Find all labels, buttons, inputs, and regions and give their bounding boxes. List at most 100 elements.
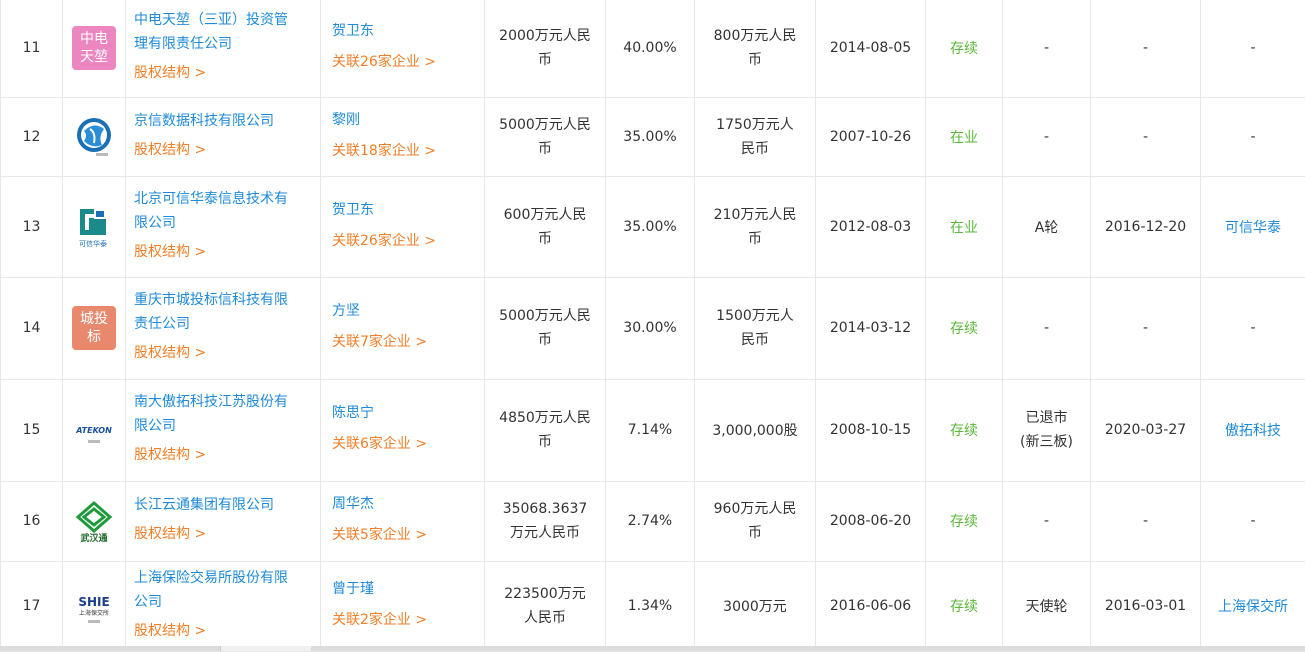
equity-structure-link[interactable]: 股权结构 > (134, 237, 312, 267)
company-name-link[interactable]: 上海保险交易所股份有限公司 (134, 566, 312, 614)
equity-structure-link[interactable]: 股权结构 > (134, 338, 312, 368)
product-link[interactable]: 上海保交所 (1201, 561, 1305, 651)
equity-structure-link[interactable]: 股权结构 > (134, 58, 312, 88)
company-name-link[interactable]: 南大傲拓科技江苏股份有限公司 (134, 390, 312, 438)
wuhan-logo-icon: 武汉通 (72, 499, 116, 543)
investment-amount: 960万元人民币 (695, 481, 816, 561)
legal-person-link[interactable]: 曾于瑾 (332, 577, 484, 601)
status-badge: 在业 (926, 97, 1003, 176)
established-date: 2012-08-03 (816, 176, 926, 277)
legal-person-cell: 曾于瑾 关联2家企业 > (321, 561, 485, 651)
related-companies-link[interactable]: 关联5家企业 > (332, 520, 484, 550)
financing-date: 2020-03-27 (1091, 379, 1201, 481)
legal-person-link[interactable]: 贺卫东 (332, 19, 484, 43)
investment-ratio: 35.00% (606, 97, 695, 176)
investment-amount: 800万元人民币 (695, 0, 816, 97)
company-logo[interactable]: SHIE 上海保交所 (72, 584, 116, 628)
legal-person-cell: 黎刚 关联18家企业 > (321, 97, 485, 176)
atekon-logo-icon: ATEKON (72, 408, 116, 452)
related-companies-link[interactable]: 关联26家企业 > (332, 226, 484, 256)
company-logo-cell: SHIE 上海保交所 (63, 561, 126, 651)
status-badge: 存续 (926, 277, 1003, 379)
financing-round: 已退市(新三板) (1003, 379, 1091, 481)
company-logo-cell: 可信华泰 (63, 176, 126, 277)
legal-person-cell: 方坚 关联7家企业 > (321, 277, 485, 379)
product-name: - (1201, 97, 1305, 176)
company-cell: 京信数据科技有限公司 股权结构 > (126, 97, 321, 176)
company-logo-cell (63, 97, 126, 176)
legal-person-cell: 陈思宁 关联6家企业 > (321, 379, 485, 481)
financing-round: - (1003, 481, 1091, 561)
company-cell: 重庆市城投标信科技有限责任公司 股权结构 > (126, 277, 321, 379)
related-companies-link[interactable]: 关联26家企业 > (332, 47, 484, 77)
company-logo[interactable]: 城投标 (72, 306, 116, 350)
row-number: 14 (1, 277, 63, 379)
financing-date: - (1091, 277, 1201, 379)
company-logo[interactable]: 中电天堃 (72, 26, 116, 70)
svg-text:SHIE: SHIE (78, 595, 109, 609)
investment-ratio: 30.00% (606, 277, 695, 379)
related-companies-link[interactable]: 关联18家企业 > (332, 136, 484, 166)
company-name-link[interactable]: 北京可信华泰信息技术有限公司 (134, 187, 312, 235)
company-name-link[interactable]: 中电天堃（三亚）投资管理有限责任公司 (134, 8, 312, 56)
horizontal-scrollbar[interactable] (0, 646, 1305, 651)
table-row: 16 武汉通 长江云通集团有限公司 股权结构 > 周华杰 关联5家企业 > 35… (1, 481, 1305, 561)
legal-person-link[interactable]: 贺卫东 (332, 198, 484, 222)
equity-structure-link[interactable]: 股权结构 > (134, 440, 312, 470)
svg-text:ATEKON: ATEKON (75, 426, 112, 435)
investment-amount: 210万元人民币 (695, 176, 816, 277)
company-name-link[interactable]: 长江云通集团有限公司 (134, 493, 312, 517)
status-badge: 存续 (926, 481, 1003, 561)
company-logo[interactable]: 武汉通 (72, 499, 116, 543)
equity-structure-link[interactable]: 股权结构 > (134, 135, 312, 165)
company-cell: 长江云通集团有限公司 股权结构 > (126, 481, 321, 561)
investment-ratio: 2.74% (606, 481, 695, 561)
established-date: 2016-06-06 (816, 561, 926, 651)
company-name-link[interactable]: 重庆市城投标信科技有限责任公司 (134, 288, 312, 336)
related-companies-link[interactable]: 关联2家企业 > (332, 605, 484, 635)
company-logo[interactable]: 可信华泰 (72, 205, 116, 249)
registered-capital: 5000万元人民币 (485, 97, 606, 176)
registered-capital: 600万元人民币 (485, 176, 606, 277)
svg-text:武汉通: 武汉通 (80, 532, 107, 543)
shie-logo-icon: SHIE 上海保交所 (72, 584, 116, 628)
scrollbar-thumb[interactable] (220, 646, 311, 651)
legal-person-link[interactable]: 黎刚 (332, 108, 484, 132)
registered-capital: 223500万元人民币 (485, 561, 606, 651)
company-logo[interactable]: ATEKON (72, 408, 116, 452)
financing-round: 天使轮 (1003, 561, 1091, 651)
established-date: 2014-03-12 (816, 277, 926, 379)
registered-capital: 2000万元人民币 (485, 0, 606, 97)
row-number: 12 (1, 97, 63, 176)
legal-person-cell: 贺卫东 关联26家企业 > (321, 0, 485, 97)
legal-person-link[interactable]: 周华杰 (332, 492, 484, 516)
company-logo[interactable] (72, 115, 116, 159)
related-companies-link[interactable]: 关联7家企业 > (332, 327, 484, 357)
financing-round: - (1003, 0, 1091, 97)
svg-text:上海保交所: 上海保交所 (79, 609, 109, 617)
legal-person-link[interactable]: 陈思宁 (332, 401, 484, 425)
legal-person-link[interactable]: 方坚 (332, 299, 484, 323)
equity-structure-link[interactable]: 股权结构 > (134, 616, 312, 646)
financing-date: - (1091, 97, 1201, 176)
table-row: 12 京信数据科技有限公司 股权结构 > 黎刚 关联18家企业 > 5000万元… (1, 97, 1305, 176)
financing-date: - (1091, 481, 1201, 561)
text-logo-icon: 城投标 (72, 306, 116, 350)
product-name: - (1201, 277, 1305, 379)
row-number: 17 (1, 561, 63, 651)
status-badge: 在业 (926, 176, 1003, 277)
row-number: 16 (1, 481, 63, 561)
product-link[interactable]: 可信华泰 (1201, 176, 1305, 277)
investment-ratio: 35.00% (606, 176, 695, 277)
company-cell: 南大傲拓科技江苏股份有限公司 股权结构 > (126, 379, 321, 481)
row-number: 13 (1, 176, 63, 277)
product-link[interactable]: 傲拓科技 (1201, 379, 1305, 481)
financing-round: - (1003, 97, 1091, 176)
related-companies-link[interactable]: 关联6家企业 > (332, 429, 484, 459)
company-name-link[interactable]: 京信数据科技有限公司 (134, 109, 312, 133)
company-logo-cell: 城投标 (63, 277, 126, 379)
company-logo-cell: ATEKON (63, 379, 126, 481)
equity-structure-link[interactable]: 股权结构 > (134, 519, 312, 549)
company-cell: 中电天堃（三亚）投资管理有限责任公司 股权结构 > (126, 0, 321, 97)
svg-text:可信华泰: 可信华泰 (79, 239, 107, 248)
